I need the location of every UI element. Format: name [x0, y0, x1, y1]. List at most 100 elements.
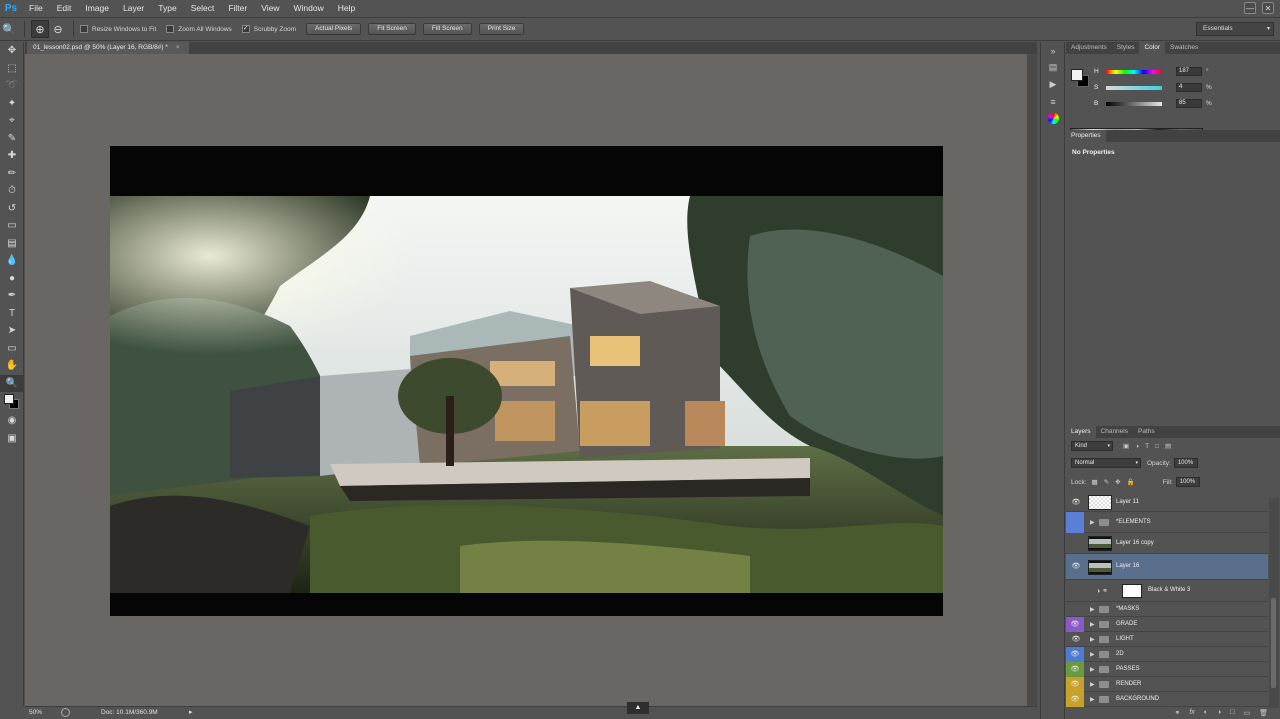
visibility-eye-icon[interactable] — [1071, 605, 1081, 615]
history-brush-tool-icon[interactable]: ↺ — [0, 200, 24, 218]
layers-scroll-thumb[interactable] — [1271, 598, 1276, 688]
collapse-icon[interactable]: » — [1041, 42, 1065, 59]
canvas-scrollbar[interactable] — [1027, 54, 1037, 706]
path-select-tool-icon[interactable]: ➤ — [0, 322, 24, 340]
tab-paths[interactable]: Paths — [1133, 426, 1160, 438]
layer-row[interactable]: 👁 ▶ RENDER — [1066, 677, 1268, 692]
foreground-color-swatch[interactable] — [4, 394, 14, 404]
saturation-value-field[interactable]: 4 — [1176, 83, 1202, 92]
layer-row[interactable]: 👁 Layer 11 — [1066, 493, 1268, 512]
expand-arrow-icon[interactable]: ▶ — [1090, 651, 1095, 658]
close-icon[interactable]: × — [176, 44, 180, 51]
tab-color[interactable]: Color — [1139, 42, 1166, 54]
menu-window[interactable]: Window — [286, 0, 330, 17]
clone-stamp-tool-icon[interactable]: ⏱ — [0, 182, 24, 200]
type-tool-icon[interactable]: T — [0, 305, 24, 323]
zoom-out-icon[interactable]: ⊖ — [49, 20, 67, 38]
visibility-eye-icon[interactable]: 👁 — [1066, 692, 1084, 707]
menu-select[interactable]: Select — [184, 0, 222, 17]
close-button[interactable]: ✕ — [1262, 2, 1274, 14]
hand-tool-icon[interactable]: ✋ — [0, 357, 24, 375]
expand-arrow-icon[interactable]: ▶ — [1090, 681, 1095, 688]
checkbox-box-checked[interactable]: ✓ — [241, 25, 250, 33]
hue-track[interactable] — [1106, 70, 1162, 74]
layer-row[interactable]: 👁 ▶ LIGHT — [1066, 632, 1268, 647]
quick-mask-icon[interactable]: ◉ — [0, 412, 24, 430]
fill-screen-button[interactable]: Fill Screen — [422, 23, 472, 35]
blur-tool-icon[interactable]: 💧 — [0, 252, 24, 270]
workspace-select[interactable]: Essentials ▾ — [1196, 22, 1274, 36]
tab-styles[interactable]: Styles — [1112, 42, 1140, 54]
visibility-eye-icon[interactable]: 👁 — [1066, 617, 1084, 632]
gradient-tool-icon[interactable]: ▤ — [0, 235, 24, 253]
visibility-eye-icon[interactable] — [1071, 539, 1081, 549]
actions-play-icon[interactable]: ▶ — [1041, 76, 1065, 93]
link-icon[interactable]: ⚭ — [1174, 709, 1180, 717]
quick-select-tool-icon[interactable]: ✦ — [0, 95, 24, 113]
visibility-eye-icon[interactable] — [1066, 512, 1084, 533]
new-layer-icon[interactable]: ▭ — [1243, 709, 1250, 717]
layer-thumbnail[interactable] — [1088, 559, 1112, 575]
tab-channels[interactable]: Channels — [1096, 426, 1133, 438]
color-swatches[interactable] — [0, 392, 24, 412]
marquee-tool-icon[interactable]: ⬚ — [0, 60, 24, 78]
visibility-eye-icon[interactable]: 👁 — [1071, 562, 1081, 572]
expand-arrow-icon[interactable]: ▶ — [1090, 696, 1095, 703]
visibility-eye-icon[interactable]: 👁 — [1066, 677, 1084, 692]
menu-filter[interactable]: Filter — [221, 0, 254, 17]
history-icon[interactable]: ▤ — [1041, 59, 1065, 76]
layer-row[interactable]: ◑ ⚭ Black & White 3 — [1066, 580, 1268, 602]
screen-mode-icon[interactable]: ▣ — [0, 430, 24, 448]
layer-row[interactable]: 👁 ▶ 2D — [1066, 647, 1268, 662]
document-canvas[interactable] — [110, 146, 943, 616]
dodge-tool-icon[interactable]: ● — [0, 270, 24, 288]
menu-type[interactable]: Type — [151, 0, 183, 17]
actual-pixels-button[interactable]: Actual Pixels — [306, 23, 362, 35]
print-size-button[interactable]: Print Size — [478, 23, 525, 35]
visibility-eye-icon[interactable]: 👁 — [1066, 647, 1084, 662]
brush-preset-icon[interactable]: ≡ — [1041, 93, 1065, 110]
tab-layers[interactable]: Layers — [1066, 426, 1096, 438]
layer-row[interactable]: 👁 Layer 16 — [1066, 554, 1268, 580]
hue-value-field[interactable]: 187 — [1176, 67, 1202, 76]
layer-filter-select[interactable]: Kind ▾ — [1071, 441, 1113, 451]
visibility-eye-icon[interactable] — [1071, 586, 1081, 596]
panel-toggle-arrow-icon[interactable]: ▲ — [627, 702, 649, 714]
expand-arrow-icon[interactable]: ▶ — [1090, 666, 1095, 673]
expand-arrow-icon[interactable]: ▶ — [1090, 519, 1095, 526]
mask-icon[interactable]: ◐ — [1204, 709, 1208, 716]
move-tool-icon[interactable]: ✥ — [0, 42, 24, 60]
visibility-eye-icon[interactable]: 👁 — [1066, 662, 1084, 677]
layer-filter-icons[interactable]: ▣◑T□▤ — [1123, 442, 1177, 450]
menu-view[interactable]: View — [254, 0, 286, 17]
trash-icon[interactable]: 🗑 — [1259, 709, 1268, 717]
expand-arrow-icon[interactable]: ▶ — [1090, 636, 1095, 643]
shape-tool-icon[interactable]: ▭ — [0, 340, 24, 358]
fx-icon[interactable]: fx — [1189, 709, 1194, 716]
eyedropper-tool-icon[interactable]: ✎ — [0, 130, 24, 148]
tab-swatches[interactable]: Swatches — [1165, 42, 1203, 54]
expand-arrow-icon[interactable]: ▶ — [1090, 621, 1095, 628]
zoom-tool-preset-icon[interactable]: 🔍 — [0, 20, 18, 38]
group-icon[interactable]: □ — [1230, 709, 1234, 716]
zoom-tool-icon[interactable]: 🔍 — [0, 374, 24, 392]
layer-row[interactable]: ▶ *ELEMENTS — [1066, 512, 1268, 533]
document-tab[interactable]: 01_lesson02.psd @ 50% (Layer 16, RGB/8#)… — [27, 42, 190, 54]
lock-icons[interactable]: ▩✎✥🔒 — [1092, 478, 1141, 486]
brightness-value-field[interactable]: 85 — [1176, 99, 1202, 108]
adjustment-icon[interactable]: ◑ — [1217, 709, 1221, 716]
expand-arrow-icon[interactable]: ▶ — [1090, 606, 1095, 613]
layer-thumbnail[interactable] — [1088, 536, 1112, 551]
brightness-track[interactable] — [1106, 102, 1162, 106]
layer-mask-thumbnail[interactable] — [1122, 584, 1142, 598]
tab-properties[interactable]: Properties — [1066, 130, 1106, 142]
status-menu-arrow-icon[interactable]: ▸ — [189, 708, 193, 716]
lasso-tool-icon[interactable]: ➰ — [0, 77, 24, 95]
pen-tool-icon[interactable]: ✒ — [0, 287, 24, 305]
minimize-button[interactable]: — — [1244, 2, 1256, 14]
hue-slider[interactable]: H 187 ° — [1094, 67, 1244, 77]
healing-brush-tool-icon[interactable]: ✚ — [0, 147, 24, 165]
saturation-track[interactable] — [1106, 86, 1162, 90]
brightness-slider[interactable]: B 85 % — [1094, 99, 1244, 109]
panel-foreground-swatch[interactable] — [1071, 69, 1083, 81]
